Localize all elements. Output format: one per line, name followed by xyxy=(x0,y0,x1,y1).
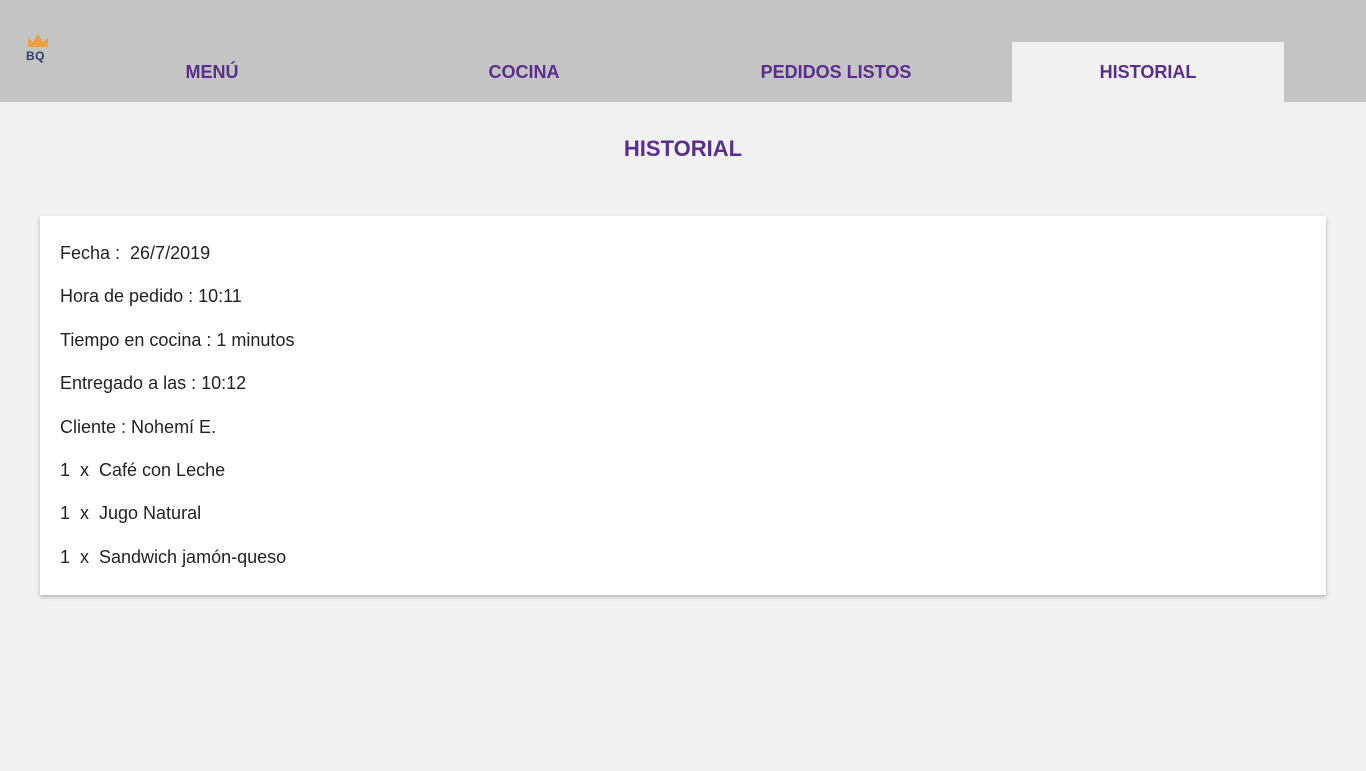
top-navigation-bar: BQ MENÚ COCINA PEDIDOS LISTOS HISTORIAL xyxy=(0,0,1366,102)
page-title: HISTORIAL xyxy=(623,136,743,161)
kitchen-time: Tiempo en cocina : 1 minutos xyxy=(60,329,295,350)
delivered-time: Entregado a las : 10:12 xyxy=(60,373,247,394)
tab-cocina[interactable]: COCINA xyxy=(388,42,660,102)
customer-name: Cliente : Nohemí E. xyxy=(60,416,217,437)
crown-icon xyxy=(28,34,48,47)
tab-cocina-label: COCINA xyxy=(488,61,560,82)
order-item: 1 x Jugo Natural xyxy=(60,503,202,524)
tab-historial[interactable]: HISTORIAL xyxy=(1012,42,1284,102)
order-time: Hora de pedido : 10:11 xyxy=(60,286,242,307)
app-logo[interactable]: BQ xyxy=(26,32,50,68)
tab-pedidos-listos[interactable]: PEDIDOS LISTOS xyxy=(700,42,972,102)
logo-text: BQ xyxy=(26,49,45,63)
order-date: Fecha : 26/7/2019 xyxy=(60,243,211,263)
order-item: 1 x Café con Leche xyxy=(60,459,226,480)
tab-historial-label: HISTORIAL xyxy=(1099,61,1197,82)
order-history-card: Fecha : 26/7/2019 Hora de pedido : 10:11… xyxy=(40,216,1326,595)
tab-menu-label: MENÚ xyxy=(185,61,239,82)
tab-pedidos-listos-label: PEDIDOS LISTOS xyxy=(760,61,912,82)
order-item: 1 x Sandwich jamón-queso xyxy=(60,546,287,567)
tab-menu[interactable]: MENÚ xyxy=(76,42,348,102)
